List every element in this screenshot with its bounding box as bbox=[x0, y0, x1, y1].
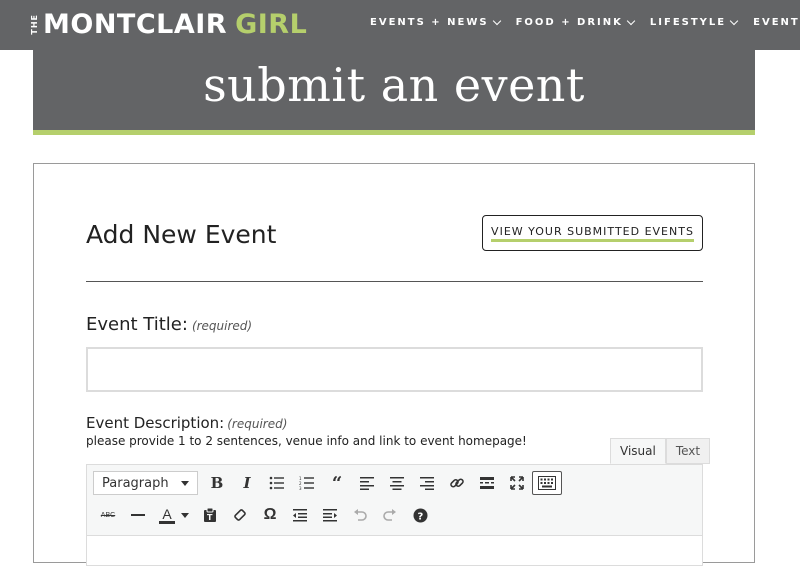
format-select[interactable]: Paragraph bbox=[93, 471, 198, 495]
logo-prefix: THE bbox=[30, 13, 39, 35]
toolbar-row-1: Paragraph B I 123 “ bbox=[93, 471, 562, 495]
event-title-label: Event Title: (required) bbox=[86, 314, 252, 335]
blockquote-icon[interactable]: “ bbox=[322, 471, 352, 495]
divider bbox=[86, 281, 703, 282]
nav-item-events-news[interactable]: EVENTS + NEWS bbox=[370, 16, 501, 28]
clear-formatting-icon[interactable] bbox=[225, 503, 255, 527]
bold-icon[interactable]: B bbox=[202, 471, 232, 495]
paste-text-icon[interactable]: T bbox=[195, 503, 225, 527]
editor-toolbar: Paragraph B I 123 “ ABC A T Ω ? bbox=[86, 464, 703, 536]
caret-down-icon bbox=[181, 480, 189, 486]
event-description-editor[interactable] bbox=[86, 536, 703, 566]
fullscreen-icon[interactable] bbox=[502, 471, 532, 495]
event-form-card: Add New Event VIEW YOUR SUBMITTED EVENTS… bbox=[33, 163, 755, 566]
site-logo[interactable]: THE MONTCLAIR GIRL bbox=[30, 4, 307, 44]
nav-label: EVENTS + NEWS bbox=[370, 17, 489, 28]
help-icon[interactable]: ? bbox=[405, 503, 435, 527]
text-color-icon[interactable]: A bbox=[153, 503, 195, 527]
nav-item-food-drink[interactable]: FOOD + DRINK bbox=[515, 16, 636, 28]
align-right-icon[interactable] bbox=[412, 471, 442, 495]
align-left-icon[interactable] bbox=[352, 471, 382, 495]
required-indicator: (required) bbox=[227, 417, 288, 431]
format-select-value: Paragraph bbox=[102, 475, 169, 491]
italic-icon[interactable]: I bbox=[232, 471, 262, 495]
event-description-hint: please provide 1 to 2 sentences, venue i… bbox=[86, 434, 527, 448]
main-nav: EVENTS + NEWS FOOD + DRINK LIFESTYLE EVE… bbox=[370, 0, 800, 45]
tab-text[interactable]: Text bbox=[665, 438, 711, 464]
view-submitted-events-button[interactable]: VIEW YOUR SUBMITTED EVENTS bbox=[482, 215, 703, 251]
read-more-icon[interactable] bbox=[472, 471, 502, 495]
page-title: submit an event bbox=[203, 58, 585, 112]
redo-icon[interactable] bbox=[375, 503, 405, 527]
event-description-label: Event Description: (required) bbox=[86, 414, 287, 432]
indent-icon[interactable] bbox=[315, 503, 345, 527]
logo-main-text: MONTCLAIR bbox=[43, 8, 228, 40]
form-heading: Add New Event bbox=[86, 220, 277, 249]
page-hero: submit an event bbox=[33, 50, 755, 135]
numbered-list-icon[interactable]: 123 bbox=[292, 471, 322, 495]
link-icon[interactable] bbox=[442, 471, 472, 495]
logo-accent-text: GIRL bbox=[235, 8, 308, 40]
tab-visual[interactable]: Visual bbox=[610, 438, 666, 464]
view-submitted-events-label: VIEW YOUR SUBMITTED EVENTS bbox=[491, 225, 694, 242]
undo-icon[interactable] bbox=[345, 503, 375, 527]
outdent-icon[interactable] bbox=[285, 503, 315, 527]
svg-text:3: 3 bbox=[299, 486, 302, 490]
nav-item-events[interactable]: EVENTS bbox=[753, 17, 800, 28]
toolbar-row-2: ABC A T Ω ? bbox=[93, 503, 435, 527]
event-title-label-text: Event Title: bbox=[86, 314, 188, 335]
event-description-label-text: Event Description: bbox=[86, 414, 225, 432]
required-indicator: (required) bbox=[191, 319, 253, 333]
chevron-down-icon bbox=[492, 16, 501, 25]
align-center-icon[interactable] bbox=[382, 471, 412, 495]
nav-label: EVENTS bbox=[753, 17, 800, 28]
site-header: THE MONTCLAIR GIRL EVENTS + NEWS FOOD + … bbox=[0, 0, 800, 50]
toolbar-toggle-icon[interactable] bbox=[532, 471, 562, 495]
bullet-list-icon[interactable] bbox=[262, 471, 292, 495]
chevron-down-icon bbox=[626, 16, 636, 25]
strikethrough-icon[interactable]: ABC bbox=[93, 503, 123, 527]
editor-tabs: Visual Text bbox=[610, 438, 711, 464]
nav-item-lifestyle[interactable]: LIFESTYLE bbox=[649, 16, 739, 28]
nav-label: LIFESTYLE bbox=[649, 17, 727, 28]
nav-label: FOOD + DRINK bbox=[515, 17, 623, 28]
svg-text:?: ? bbox=[417, 511, 423, 522]
horizontal-line-icon[interactable] bbox=[123, 503, 153, 527]
special-character-icon[interactable]: Ω bbox=[255, 503, 285, 527]
event-title-input[interactable] bbox=[86, 347, 703, 392]
svg-text:T: T bbox=[207, 513, 213, 522]
chevron-down-icon bbox=[729, 16, 739, 25]
